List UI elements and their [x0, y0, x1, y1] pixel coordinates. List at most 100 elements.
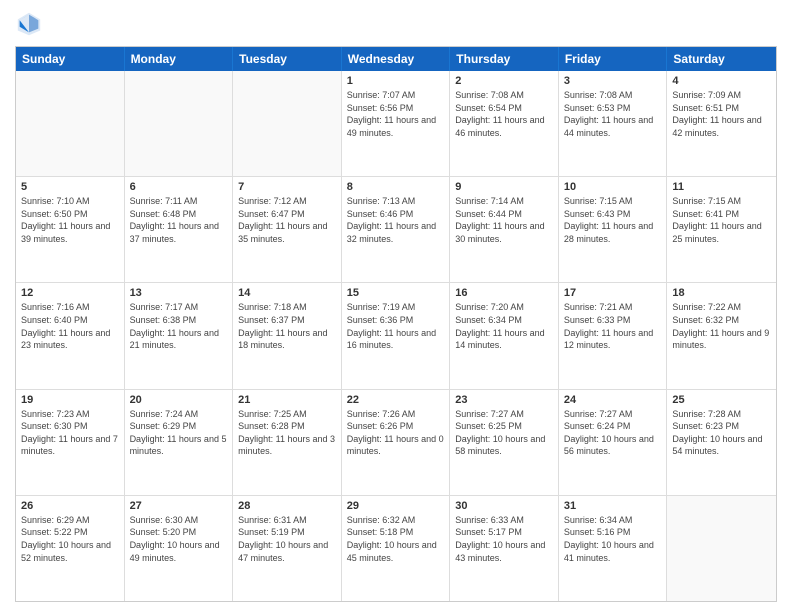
- day-cell-25: 25 Sunrise: 7:28 AM Sunset: 6:23 PM Dayli…: [667, 390, 776, 495]
- page-header: [15, 10, 777, 38]
- day-cell-19: 19 Sunrise: 7:23 AM Sunset: 6:30 PM Dayli…: [16, 390, 125, 495]
- day-number: 27: [130, 500, 228, 512]
- day-number: 24: [564, 394, 662, 406]
- day-cell-14: 14Sunrise: 7:18 AM Sunset: 6:37 PM Dayli…: [233, 283, 342, 388]
- day-cell-21: 21 Sunrise: 7:25 AM Sunset: 6:28 PM Dayli…: [233, 390, 342, 495]
- empty-cell: [16, 71, 125, 176]
- day-cell-28: 28 Sunrise: 6:31 AM Sunset: 5:19 PM Dayli…: [233, 496, 342, 601]
- day-cell-3: 3 Sunrise: 7:08 AM Sunset: 6:53 PM Daylig…: [559, 71, 668, 176]
- day-cell-23: 23 Sunrise: 7:27 AM Sunset: 6:25 PM Dayli…: [450, 390, 559, 495]
- day-info: Sunrise: 7:08 AM Sunset: 6:54 PM Dayligh…: [455, 89, 553, 139]
- day-number: 7: [238, 181, 336, 193]
- day-info: Sunrise: 7:21 AM Sunset: 6:33 PM Dayligh…: [564, 301, 662, 351]
- calendar-body: 1 Sunrise: 7:07 AM Sunset: 6:56 PM Daylig…: [16, 71, 776, 601]
- empty-cell: [233, 71, 342, 176]
- day-cell-1: 1 Sunrise: 7:07 AM Sunset: 6:56 PM Daylig…: [342, 71, 451, 176]
- day-number: 12: [21, 287, 119, 299]
- calendar-week-5: 26 Sunrise: 6:29 AM Sunset: 5:22 PM Dayli…: [16, 496, 776, 601]
- logo: [15, 10, 47, 38]
- day-number: 20: [130, 394, 228, 406]
- day-info: Sunrise: 7:27 AM Sunset: 6:25 PM Dayligh…: [455, 408, 553, 458]
- day-number: 31: [564, 500, 662, 512]
- day-number: 9: [455, 181, 553, 193]
- empty-cell: [125, 71, 234, 176]
- day-cell-12: 12 Sunrise: 7:16 AM Sunset: 6:40 PM Dayli…: [16, 283, 125, 388]
- day-info: Sunrise: 7:08 AM Sunset: 6:53 PM Dayligh…: [564, 89, 662, 139]
- day-number: 8: [347, 181, 445, 193]
- day-number: 2: [455, 75, 553, 87]
- day-number: 16: [455, 287, 553, 299]
- day-cell-31: 31 Sunrise: 6:34 AM Sunset: 5:16 PM Dayli…: [559, 496, 668, 601]
- day-info: Sunrise: 7:16 AM Sunset: 6:40 PM Dayligh…: [21, 301, 119, 351]
- logo-icon: [15, 10, 43, 38]
- day-cell-13: 13Sunrise: 7:17 AM Sunset: 6:38 PM Dayli…: [125, 283, 234, 388]
- day-cell-6: 6 Sunrise: 7:11 AM Sunset: 6:48 PM Daylig…: [125, 177, 234, 282]
- day-cell-2: 2 Sunrise: 7:08 AM Sunset: 6:54 PM Daylig…: [450, 71, 559, 176]
- day-number: 1: [347, 75, 445, 87]
- empty-cell: [667, 496, 776, 601]
- day-cell-15: 15 Sunrise: 7:19 AM Sunset: 6:36 PM Dayli…: [342, 283, 451, 388]
- calendar: SundayMondayTuesdayWednesdayThursdayFrid…: [15, 46, 777, 602]
- day-cell-11: 11 Sunrise: 7:15 AM Sunset: 6:41 PM Dayli…: [667, 177, 776, 282]
- day-number: 30: [455, 500, 553, 512]
- day-number: 26: [21, 500, 119, 512]
- day-number: 23: [455, 394, 553, 406]
- day-cell-16: 16Sunrise: 7:20 AM Sunset: 6:34 PM Dayli…: [450, 283, 559, 388]
- day-info: Sunrise: 6:29 AM Sunset: 5:22 PM Dayligh…: [21, 514, 119, 564]
- calendar-week-1: 1 Sunrise: 7:07 AM Sunset: 6:56 PM Daylig…: [16, 71, 776, 177]
- day-cell-27: 27Sunrise: 6:30 AM Sunset: 5:20 PM Dayli…: [125, 496, 234, 601]
- day-cell-8: 8Sunrise: 7:13 AM Sunset: 6:46 PM Daylig…: [342, 177, 451, 282]
- day-number: 3: [564, 75, 662, 87]
- day-header-friday: Friday: [559, 47, 668, 71]
- calendar-header: SundayMondayTuesdayWednesdayThursdayFrid…: [16, 47, 776, 71]
- day-cell-18: 18 Sunrise: 7:22 AM Sunset: 6:32 PM Dayli…: [667, 283, 776, 388]
- day-info: Sunrise: 7:15 AM Sunset: 6:41 PM Dayligh…: [672, 195, 771, 245]
- day-info: Sunrise: 7:19 AM Sunset: 6:36 PM Dayligh…: [347, 301, 445, 351]
- calendar-week-4: 19 Sunrise: 7:23 AM Sunset: 6:30 PM Dayli…: [16, 390, 776, 496]
- day-number: 19: [21, 394, 119, 406]
- day-info: Sunrise: 7:18 AM Sunset: 6:37 PM Dayligh…: [238, 301, 336, 351]
- day-number: 15: [347, 287, 445, 299]
- day-number: 10: [564, 181, 662, 193]
- day-info: Sunrise: 6:34 AM Sunset: 5:16 PM Dayligh…: [564, 514, 662, 564]
- day-info: Sunrise: 7:28 AM Sunset: 6:23 PM Dayligh…: [672, 408, 771, 458]
- day-header-tuesday: Tuesday: [233, 47, 342, 71]
- day-info: Sunrise: 7:11 AM Sunset: 6:48 PM Dayligh…: [130, 195, 228, 245]
- day-info: Sunrise: 7:12 AM Sunset: 6:47 PM Dayligh…: [238, 195, 336, 245]
- day-number: 21: [238, 394, 336, 406]
- day-info: Sunrise: 6:33 AM Sunset: 5:17 PM Dayligh…: [455, 514, 553, 564]
- day-info: Sunrise: 7:14 AM Sunset: 6:44 PM Dayligh…: [455, 195, 553, 245]
- day-header-saturday: Saturday: [667, 47, 776, 71]
- day-number: 18: [672, 287, 771, 299]
- day-info: Sunrise: 6:31 AM Sunset: 5:19 PM Dayligh…: [238, 514, 336, 564]
- day-cell-22: 22Sunrise: 7:26 AM Sunset: 6:26 PM Dayli…: [342, 390, 451, 495]
- day-number: 11: [672, 181, 771, 193]
- day-number: 28: [238, 500, 336, 512]
- day-header-monday: Monday: [125, 47, 234, 71]
- day-info: Sunrise: 7:23 AM Sunset: 6:30 PM Dayligh…: [21, 408, 119, 458]
- day-header-sunday: Sunday: [16, 47, 125, 71]
- day-info: Sunrise: 7:09 AM Sunset: 6:51 PM Dayligh…: [672, 89, 771, 139]
- calendar-week-3: 12 Sunrise: 7:16 AM Sunset: 6:40 PM Dayli…: [16, 283, 776, 389]
- day-number: 17: [564, 287, 662, 299]
- day-cell-30: 30 Sunrise: 6:33 AM Sunset: 5:17 PM Dayli…: [450, 496, 559, 601]
- day-number: 5: [21, 181, 119, 193]
- day-cell-4: 4 Sunrise: 7:09 AM Sunset: 6:51 PM Daylig…: [667, 71, 776, 176]
- day-cell-7: 7 Sunrise: 7:12 AM Sunset: 6:47 PM Daylig…: [233, 177, 342, 282]
- day-number: 25: [672, 394, 771, 406]
- day-number: 4: [672, 75, 771, 87]
- day-info: Sunrise: 7:25 AM Sunset: 6:28 PM Dayligh…: [238, 408, 336, 458]
- day-cell-24: 24Sunrise: 7:27 AM Sunset: 6:24 PM Dayli…: [559, 390, 668, 495]
- day-cell-17: 17 Sunrise: 7:21 AM Sunset: 6:33 PM Dayli…: [559, 283, 668, 388]
- day-info: Sunrise: 7:22 AM Sunset: 6:32 PM Dayligh…: [672, 301, 771, 351]
- day-cell-26: 26 Sunrise: 6:29 AM Sunset: 5:22 PM Dayli…: [16, 496, 125, 601]
- day-info: Sunrise: 7:15 AM Sunset: 6:43 PM Dayligh…: [564, 195, 662, 245]
- day-info: Sunrise: 7:10 AM Sunset: 6:50 PM Dayligh…: [21, 195, 119, 245]
- day-number: 6: [130, 181, 228, 193]
- day-header-wednesday: Wednesday: [342, 47, 451, 71]
- day-info: Sunrise: 7:07 AM Sunset: 6:56 PM Dayligh…: [347, 89, 445, 139]
- day-cell-9: 9 Sunrise: 7:14 AM Sunset: 6:44 PM Daylig…: [450, 177, 559, 282]
- day-cell-10: 10 Sunrise: 7:15 AM Sunset: 6:43 PM Dayli…: [559, 177, 668, 282]
- day-header-thursday: Thursday: [450, 47, 559, 71]
- day-info: Sunrise: 7:26 AM Sunset: 6:26 PM Dayligh…: [347, 408, 445, 458]
